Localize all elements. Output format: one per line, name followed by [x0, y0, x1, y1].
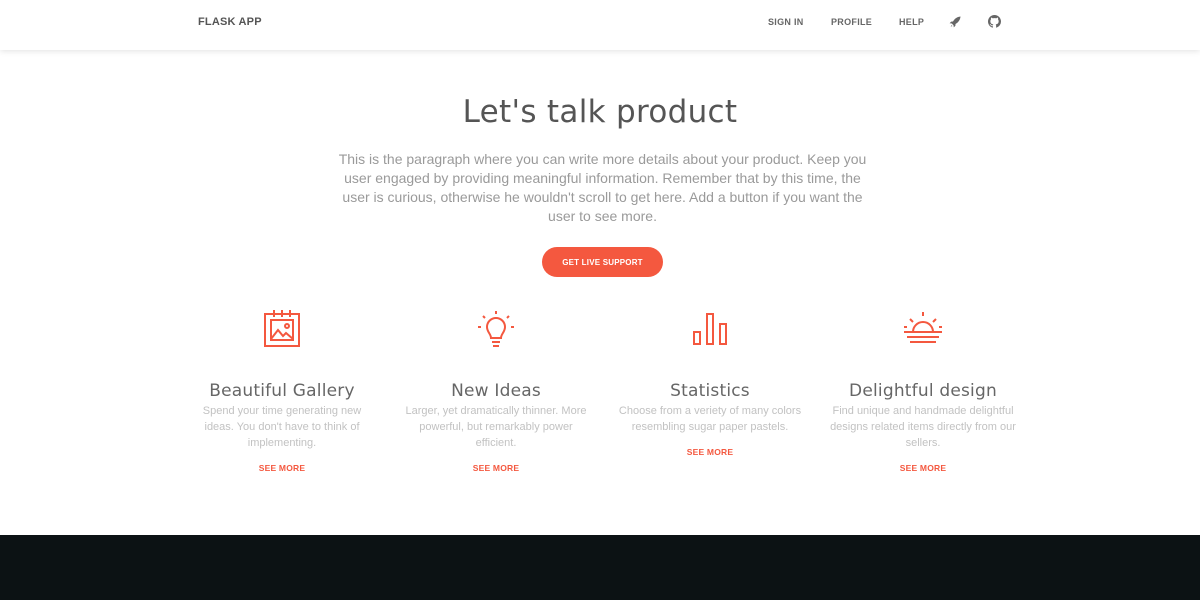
- nav-profile[interactable]: PROFILE: [831, 17, 872, 27]
- nav-links: SIGN IN PROFILE HELP: [0, 17, 1200, 31]
- see-more-link[interactable]: SEE MORE: [900, 463, 946, 473]
- feature-description: Find unique and handmade delightful desi…: [830, 405, 1016, 449]
- see-more-link[interactable]: SEE MORE: [687, 447, 733, 457]
- see-more-link[interactable]: SEE MORE: [473, 463, 519, 473]
- nav-help[interactable]: HELP: [899, 17, 924, 27]
- see-more-link[interactable]: SEE MORE: [259, 463, 305, 473]
- feature-title: Statistics: [670, 381, 750, 401]
- feature-statistics: Statistics Choose from a veriety of many…: [615, 308, 805, 460]
- sunrise-icon: [901, 308, 945, 352]
- page-title: Let's talk product: [462, 94, 738, 130]
- feature-description: Spend your time generating new ideas. Yo…: [202, 405, 362, 449]
- footer: [0, 535, 1200, 600]
- top-navbar: FLASK APP SIGN IN PROFILE HELP: [0, 0, 1200, 50]
- github-icon[interactable]: [988, 15, 1002, 29]
- feature-title: New Ideas: [451, 381, 541, 401]
- hero-description: This is the paragraph where you can writ…: [338, 151, 867, 224]
- nav-sign-in[interactable]: SIGN IN: [768, 17, 804, 27]
- feature-description: Choose from a veriety of many colors res…: [618, 405, 802, 433]
- feature-title: Delightful design: [849, 381, 997, 401]
- feature-gallery: Beautiful Gallery Spend your time genera…: [187, 308, 377, 476]
- lightbulb-icon: [474, 308, 518, 352]
- gallery-icon: [260, 308, 304, 352]
- rocket-icon[interactable]: [948, 15, 962, 29]
- feature-title: Beautiful Gallery: [209, 381, 355, 401]
- bar-chart-icon: [688, 308, 732, 352]
- feature-description: Larger, yet dramatically thinner. More p…: [405, 405, 587, 449]
- feature-delightful-design: Delightful design Find unique and handma…: [828, 308, 1018, 476]
- feature-new-ideas: New Ideas Larger, yet dramatically thinn…: [401, 308, 591, 476]
- get-live-support-button[interactable]: GET LIVE SUPPORT: [542, 247, 663, 277]
